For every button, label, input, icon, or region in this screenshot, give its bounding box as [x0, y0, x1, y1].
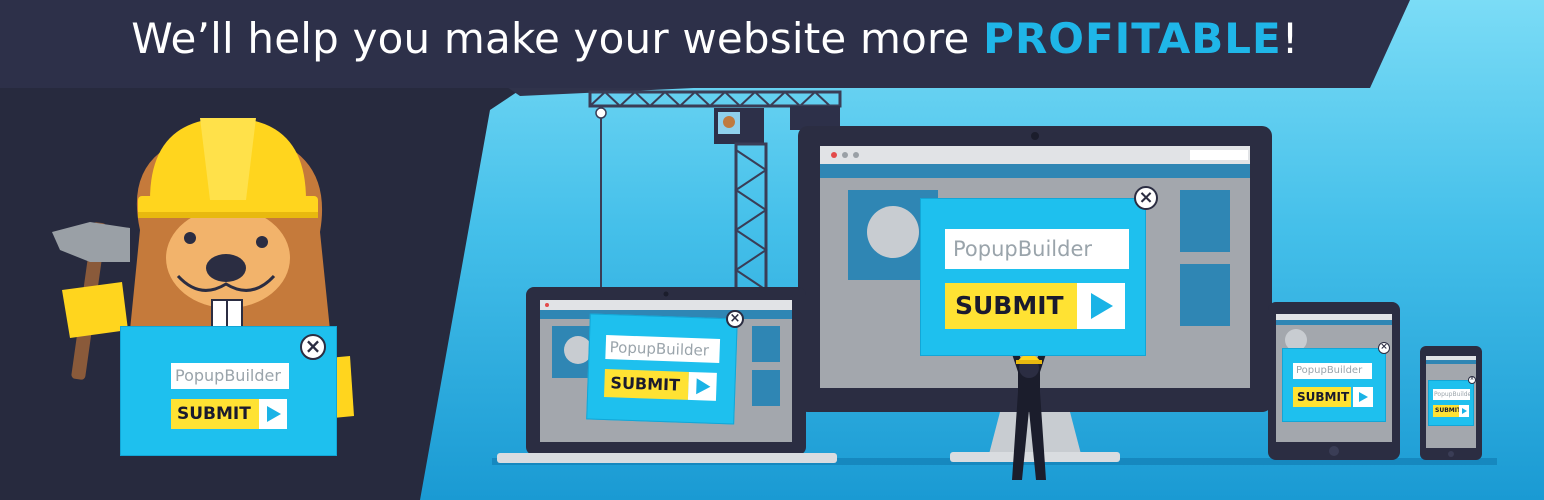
brand-field: PopupBuilder	[605, 335, 721, 363]
brand-field: PopupBuilder	[945, 229, 1129, 269]
tablet-popup: PopupBuilder SUBMIT	[1282, 348, 1386, 422]
close-icon[interactable]: ×	[1468, 376, 1476, 384]
play-arrow-icon[interactable]	[1353, 387, 1373, 407]
play-arrow-icon[interactable]	[1459, 405, 1469, 417]
desktop-popup: PopupBuilder SUBMIT	[920, 198, 1146, 356]
submit-button[interactable]: SUBMIT	[1293, 387, 1351, 407]
brand-field: PopupBuilder	[1433, 389, 1470, 400]
laptop-popup: PopupBuilder SUBMIT	[586, 313, 738, 425]
close-icon[interactable]: ×	[300, 334, 326, 360]
play-arrow-icon[interactable]	[1077, 283, 1125, 329]
submit-button[interactable]: SUBMIT	[171, 399, 259, 429]
close-icon[interactable]: ×	[1134, 186, 1158, 210]
brand-field: PopupBuilder	[171, 363, 289, 389]
submit-button[interactable]: SUBMIT	[945, 283, 1077, 329]
play-arrow-icon[interactable]	[687, 371, 717, 401]
submit-button[interactable]: SUBMIT	[1433, 405, 1459, 417]
close-icon[interactable]: ×	[726, 310, 744, 328]
hero-banner: We’ll help you make your website more PR…	[0, 0, 1544, 500]
brand-field: PopupBuilder	[1293, 363, 1372, 379]
play-arrow-icon[interactable]	[259, 399, 287, 429]
submit-button[interactable]: SUBMIT	[603, 369, 689, 400]
close-icon[interactable]: ×	[1378, 342, 1390, 354]
hard-hat-icon	[138, 118, 318, 218]
phone-popup: PopupBuilder SUBMIT	[1428, 380, 1474, 426]
